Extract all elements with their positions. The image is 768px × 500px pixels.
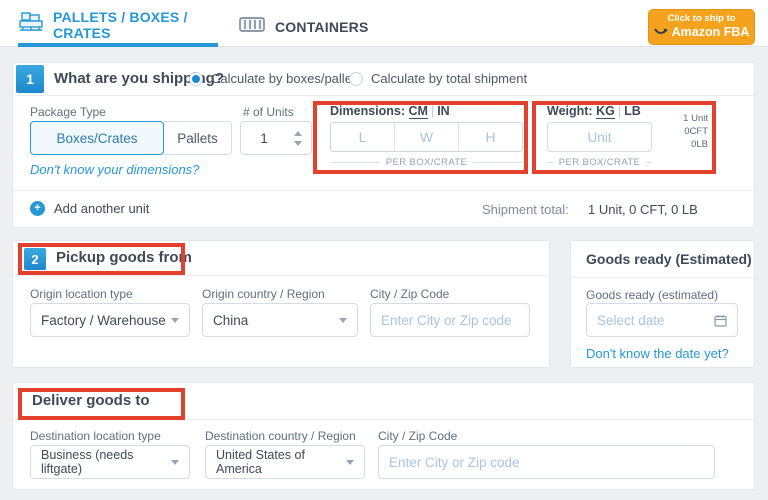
- unit-cm-toggle[interactable]: CM: [409, 104, 428, 119]
- length-input[interactable]: [331, 123, 394, 151]
- dimensions-unit-header: Dimensions: CM|IN: [330, 104, 450, 118]
- width-input[interactable]: [394, 123, 458, 151]
- step-2-badge: 2: [24, 248, 46, 270]
- destination-city-input[interactable]: [378, 445, 715, 479]
- package-type-boxes-crates[interactable]: Boxes/Crates: [30, 121, 164, 155]
- chevron-down-icon: [171, 460, 179, 465]
- destination-location-type-value: Business (needs liftgate): [41, 448, 171, 476]
- pallet-icon: [18, 11, 44, 38]
- dimensions-label: Dimensions:: [330, 104, 405, 118]
- add-another-unit-button[interactable]: + Add another unit: [30, 201, 149, 216]
- add-unit-label: Add another unit: [54, 201, 149, 216]
- origin-location-type-select[interactable]: Factory / Warehouse: [30, 303, 190, 337]
- shipping-card-divider: [13, 190, 754, 191]
- height-input[interactable]: [458, 123, 522, 151]
- weight-unit-header: Weight: KG|LB: [547, 104, 641, 118]
- plus-icon: +: [30, 201, 45, 216]
- goods-ready-title: Goods ready (Estimated): [586, 240, 752, 278]
- fba-button-line2: Amazon FBA: [672, 25, 750, 39]
- goods-ready-date-field[interactable]: Select date: [586, 303, 738, 337]
- step-1-badge: 1: [16, 65, 44, 93]
- origin-city-label: City / Zip Code: [370, 287, 449, 301]
- chevron-down-icon: [346, 460, 354, 465]
- stepper-down-icon[interactable]: [294, 141, 302, 146]
- radio-calculate-by-boxes[interactable]: Calculate by boxes/pallets: [189, 71, 362, 86]
- radio-unselected-icon: [349, 72, 363, 86]
- destination-location-type-label: Destination location type: [30, 429, 161, 443]
- amazon-fba-button[interactable]: Click to ship to Amazon FBA: [648, 9, 755, 45]
- dont-know-dimensions-link[interactable]: Don't know your dimensions?: [30, 162, 199, 177]
- shipment-total-value: 1 Unit, 0 CFT, 0 LB: [588, 202, 698, 217]
- radio-label: Calculate by boxes/pallets: [211, 71, 362, 86]
- tab-containers[interactable]: CONTAINERS: [238, 6, 369, 47]
- stat-cft: 0CFT: [648, 125, 708, 138]
- amazon-arrow-icon: [654, 25, 669, 39]
- destination-country-select[interactable]: United States of America: [205, 445, 365, 479]
- stepper-up-icon[interactable]: [294, 131, 302, 136]
- tab-pallets-boxes-crates[interactable]: PALLETS / BOXES / CRATES: [18, 6, 218, 47]
- dimensions-per-box-label: PER BOX/CRATE: [330, 157, 523, 168]
- stat-units: 1 Unit: [648, 112, 708, 125]
- calendar-icon[interactable]: [714, 314, 727, 327]
- fba-button-line1: Click to ship to: [667, 14, 735, 25]
- tab-label: CONTAINERS: [275, 19, 369, 35]
- units-stepper[interactable]: [240, 121, 312, 155]
- tab-label: PALLETS / BOXES / CRATES: [53, 9, 218, 41]
- deliver-section-title: Deliver goods to: [32, 382, 150, 420]
- chevron-down-icon: [171, 318, 179, 323]
- dont-know-date-link[interactable]: Don't know the date yet?: [586, 346, 729, 361]
- container-icon: [238, 14, 266, 39]
- goods-ready-label: Goods ready (estimated): [586, 288, 718, 302]
- unit-stats: 1 Unit 0CFT 0LB: [648, 112, 708, 151]
- origin-country-label: Origin country / Region: [202, 287, 325, 301]
- origin-city-input[interactable]: [370, 303, 530, 337]
- dimensions-inputs: [330, 122, 523, 152]
- weight-input[interactable]: [547, 122, 652, 152]
- weight-per-box-label: PER BOX/CRATE: [547, 157, 652, 168]
- destination-city-label: City / Zip Code: [378, 429, 457, 443]
- units-input[interactable]: [241, 122, 287, 154]
- units-label: # of Units: [243, 105, 294, 119]
- unit-in-toggle[interactable]: IN: [437, 104, 450, 118]
- pickup-section-title: Pickup goods from: [56, 240, 192, 276]
- chevron-down-icon: [339, 318, 347, 323]
- destination-country-value: United States of America: [216, 448, 346, 476]
- date-placeholder: Select date: [597, 313, 665, 328]
- radio-selected-icon: [189, 72, 203, 86]
- weight-label: Weight:: [547, 104, 593, 118]
- radio-label: Calculate by total shipment: [371, 71, 527, 86]
- package-type-label: Package Type: [30, 105, 106, 119]
- stepper-arrows[interactable]: [287, 122, 309, 154]
- origin-location-type-value: Factory / Warehouse: [41, 313, 166, 328]
- origin-country-value: China: [213, 313, 248, 328]
- unit-lb-toggle[interactable]: LB: [624, 104, 641, 118]
- destination-location-type-select[interactable]: Business (needs liftgate): [30, 445, 190, 479]
- package-type-pallets[interactable]: Pallets: [164, 121, 232, 155]
- unit-kg-toggle[interactable]: KG: [596, 104, 615, 119]
- shipment-total-label: Shipment total:: [482, 202, 569, 217]
- destination-country-label: Destination country / Region: [205, 429, 356, 443]
- origin-country-select[interactable]: China: [202, 303, 358, 337]
- radio-calculate-by-total[interactable]: Calculate by total shipment: [349, 71, 527, 86]
- stat-lb: 0LB: [648, 138, 708, 151]
- origin-location-type-label: Origin location type: [30, 287, 133, 301]
